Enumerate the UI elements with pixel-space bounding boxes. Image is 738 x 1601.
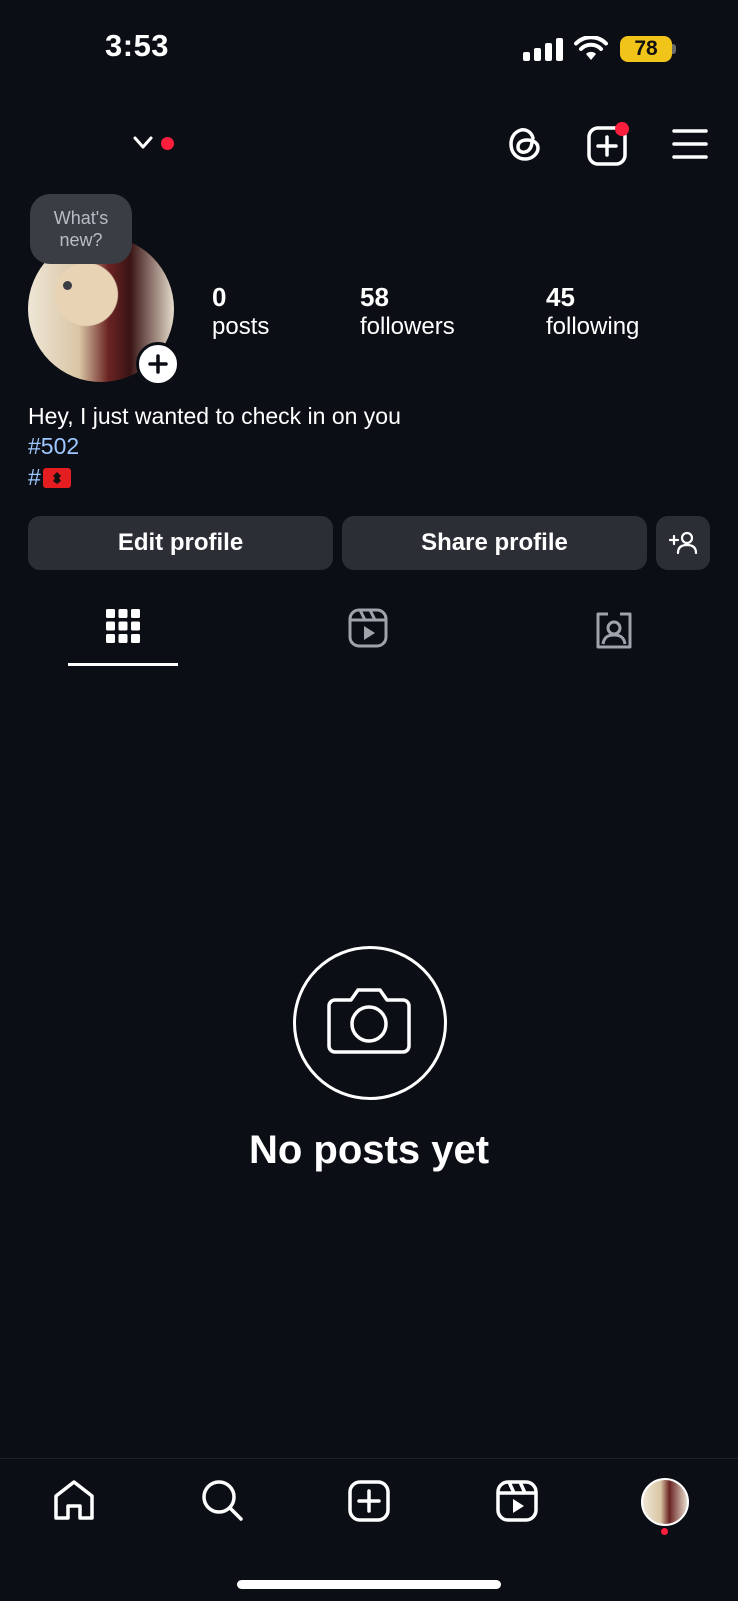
battery-indicator: 78 bbox=[620, 36, 672, 62]
followers-count: 58 bbox=[360, 282, 389, 312]
account-notification-dot bbox=[161, 137, 174, 150]
note-bubble-tail bbox=[63, 281, 72, 290]
plus-icon bbox=[148, 354, 168, 374]
search-icon[interactable] bbox=[200, 1478, 244, 1522]
hashtag-prefix: # bbox=[28, 464, 41, 490]
camera-icon bbox=[327, 988, 411, 1054]
tagged-tab-icon[interactable] bbox=[594, 610, 634, 650]
create-icon[interactable] bbox=[348, 1480, 390, 1522]
discover-people-button[interactable] bbox=[656, 516, 710, 570]
reels-tab-icon[interactable] bbox=[348, 608, 388, 648]
bio-hashtag[interactable]: #502 bbox=[28, 433, 79, 460]
posts-stat[interactable]: 0 posts bbox=[212, 282, 269, 341]
empty-state-title: No posts yet bbox=[248, 1128, 490, 1172]
status-time: 3:53 bbox=[105, 28, 170, 63]
add-person-icon bbox=[668, 531, 698, 555]
wifi-icon bbox=[574, 36, 608, 60]
battery-tip bbox=[672, 44, 676, 54]
share-profile-button[interactable]: Share profile bbox=[342, 516, 647, 570]
threads-icon[interactable] bbox=[505, 124, 545, 164]
reels-icon[interactable] bbox=[496, 1480, 538, 1522]
followers-label: followers bbox=[360, 313, 455, 340]
bio-text: Hey, I just wanted to check in on you bbox=[28, 403, 401, 429]
create-notification-dot bbox=[615, 122, 629, 136]
note-bubble[interactable]: What's new? bbox=[30, 194, 132, 264]
followers-stat[interactable]: 58 followers bbox=[360, 282, 455, 341]
menu-icon[interactable] bbox=[672, 128, 708, 160]
chevron-down-icon[interactable] bbox=[133, 136, 153, 150]
home-indicator[interactable] bbox=[237, 1580, 501, 1589]
following-count: 45 bbox=[546, 282, 575, 312]
profile-notification-dot bbox=[661, 1528, 668, 1535]
add-story-button[interactable] bbox=[136, 342, 180, 386]
following-stat[interactable]: 45 following bbox=[546, 282, 639, 341]
cellular-signal-icon bbox=[523, 38, 563, 61]
home-icon[interactable] bbox=[52, 1478, 96, 1522]
profile-tab-avatar[interactable] bbox=[641, 1478, 689, 1526]
albania-flag-icon bbox=[42, 467, 71, 488]
posts-count: 0 bbox=[212, 282, 227, 312]
following-label: following bbox=[546, 313, 640, 340]
active-tab-underline bbox=[68, 663, 178, 666]
edit-profile-button[interactable]: Edit profile bbox=[28, 516, 333, 570]
posts-label: posts bbox=[212, 313, 270, 340]
grid-icon[interactable] bbox=[106, 609, 140, 643]
bio-hashtag-flag[interactable]: # bbox=[28, 464, 71, 491]
